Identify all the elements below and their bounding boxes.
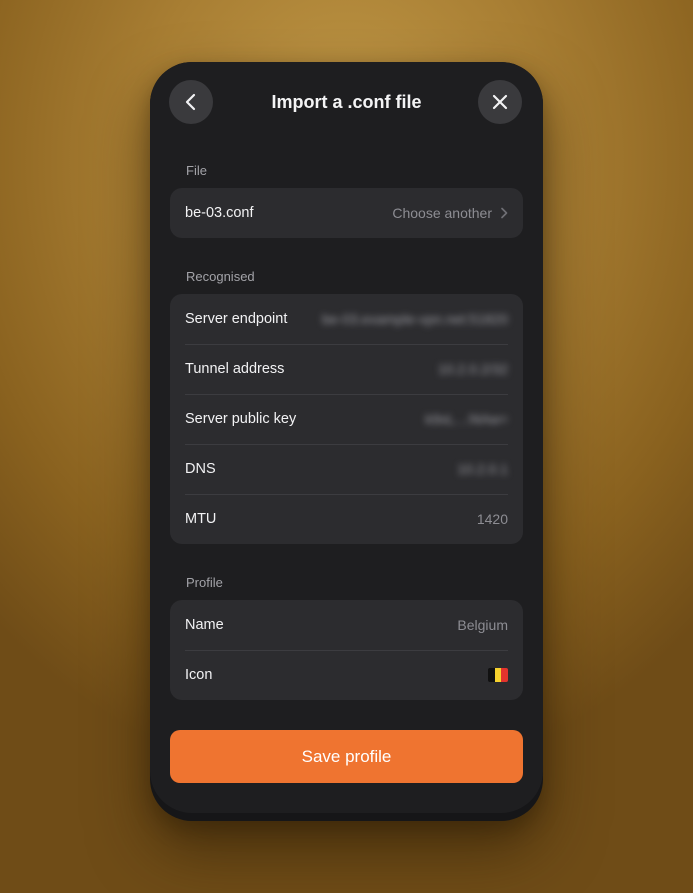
profile-section-label: Profile (186, 575, 223, 590)
file-row: be-03.conf Choose another (170, 188, 523, 238)
server-public-key-value: k9xL…f4Aw= (425, 411, 508, 427)
server-endpoint-row: Server endpoint be-03.example-vpn.net:51… (170, 294, 523, 344)
profile-name-value[interactable]: Belgium (457, 617, 508, 633)
tunnel-address-value: 10.2.0.2/32 (437, 361, 508, 377)
server-public-key-label: Server public key (185, 411, 297, 427)
mtu-row: MTU 1420 (170, 494, 523, 544)
profile-icon-label: Icon (185, 667, 213, 683)
chevron-left-icon (185, 93, 196, 111)
dns-value: 10.2.0.1 (457, 461, 508, 477)
chevron-right-icon (501, 207, 508, 219)
tunnel-address-label: Tunnel address (185, 361, 285, 377)
back-button[interactable] (169, 80, 213, 124)
belgium-flag-icon[interactable] (488, 668, 508, 682)
mtu-label: MTU (185, 511, 217, 527)
mtu-value: 1420 (476, 511, 508, 527)
recognised-section-label: Recognised (186, 269, 255, 284)
dns-label: DNS (185, 461, 216, 477)
choose-another-label: Choose another (392, 205, 492, 221)
save-profile-button[interactable]: Save profile (170, 730, 523, 783)
file-name: be-03.conf (185, 205, 254, 221)
import-conf-sheet: Import a .conf file File be-03.conf Choo… (150, 62, 543, 813)
profile-name-row[interactable]: Name Belgium (170, 600, 523, 650)
server-endpoint-label: Server endpoint (185, 311, 288, 327)
file-card: be-03.conf Choose another (170, 188, 523, 238)
recognised-card: Server endpoint be-03.example-vpn.net:51… (170, 294, 523, 544)
file-section-label: File (186, 163, 207, 178)
close-button[interactable] (478, 80, 522, 124)
server-endpoint-value: be-03.example-vpn.net:51820 (321, 311, 508, 327)
profile-name-label: Name (185, 617, 224, 633)
profile-icon-row[interactable]: Icon (170, 650, 523, 700)
tunnel-address-row: Tunnel address 10.2.0.2/32 (170, 344, 523, 394)
choose-another-button[interactable]: Choose another (392, 205, 508, 221)
dns-row: DNS 10.2.0.1 (170, 444, 523, 494)
page-title: Import a .conf file (271, 92, 422, 112)
close-icon (492, 94, 508, 110)
profile-card: Name Belgium Icon (170, 600, 523, 700)
server-public-key-row: Server public key k9xL…f4Aw= (170, 394, 523, 444)
